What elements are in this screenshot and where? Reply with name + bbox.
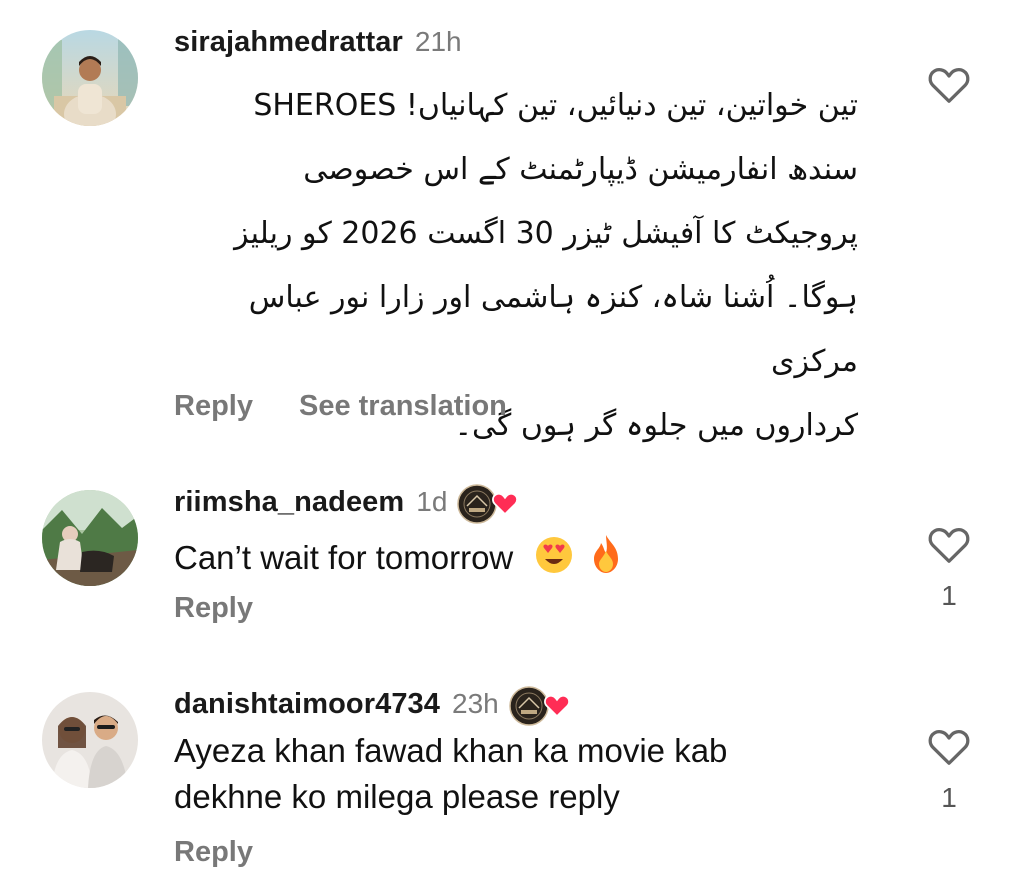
comment-text-line: سندھ انفارمیشن ڈیپارٹمنٹ کے اس خصوصی (303, 152, 858, 187)
comment-header: sirajahmedrattar 21h (174, 24, 462, 60)
avatar-image (42, 30, 138, 126)
username[interactable]: danishtaimoor4734 (174, 688, 440, 721)
avatar[interactable] (42, 490, 138, 586)
timestamp: 23h (452, 688, 499, 719)
reply-button[interactable]: Reply (174, 390, 253, 423)
avatar[interactable] (42, 30, 138, 126)
heart-outline-icon (928, 730, 970, 765)
comment-text: Can’t wait for tomorrow (174, 526, 624, 596)
fire-emoji (588, 532, 624, 596)
avatar-image (42, 692, 138, 788)
comment-actions: Reply (174, 836, 253, 869)
comment-text-line: پروجیکٹ کا آفیشل ٹیزر 30 اگست 2026 کو ری… (234, 216, 858, 251)
comment-text-content: Can’t wait for tomorrow (174, 539, 514, 576)
red-heart-icon (492, 492, 519, 516)
see-translation-button[interactable]: See translation (299, 390, 507, 423)
like-button[interactable] (926, 64, 972, 109)
heart-outline-icon (928, 528, 970, 563)
creator-liked-badge (508, 686, 573, 726)
like-count: 1 (941, 782, 957, 813)
heart-eyes-emoji (534, 532, 574, 596)
username[interactable]: riimsha_nadeem (174, 486, 404, 519)
reply-button[interactable]: Reply (174, 836, 253, 869)
creator-liked-badge (457, 484, 521, 524)
avatar[interactable] (42, 692, 138, 788)
comment-text: Ayeza khan fawad khan ka movie kab dekhn… (174, 728, 727, 820)
like-button[interactable] (926, 726, 972, 771)
comment-actions: Reply (174, 592, 253, 625)
timestamp: 1d (416, 486, 448, 517)
username[interactable]: sirajahmedrattar (174, 26, 403, 59)
comment-text-line: dekhne ko milega please reply (174, 778, 620, 815)
comment-text-line: Ayeza khan fawad khan ka movie kab (174, 732, 728, 769)
reply-button[interactable]: Reply (174, 592, 253, 625)
comment-text-line: ہوگا۔ اُشنا شاہ، کنزہ ہاشمی اور زارا نور… (248, 280, 858, 379)
timestamp: 21h (414, 26, 462, 57)
like-button[interactable] (926, 524, 972, 569)
comment-actions: Reply See translation (174, 390, 507, 423)
comment-header: riimsha_nadeem 1d (174, 484, 521, 524)
like-count: 1 (941, 580, 957, 611)
avatar-image (42, 490, 138, 586)
heart-outline-icon (928, 68, 970, 103)
red-heart-icon (543, 694, 570, 718)
comment-header: danishtaimoor4734 23h (174, 686, 573, 726)
comment-text-line: تین خواتین، تین دنیائیں، تین کہانیاں! SH… (253, 88, 858, 123)
